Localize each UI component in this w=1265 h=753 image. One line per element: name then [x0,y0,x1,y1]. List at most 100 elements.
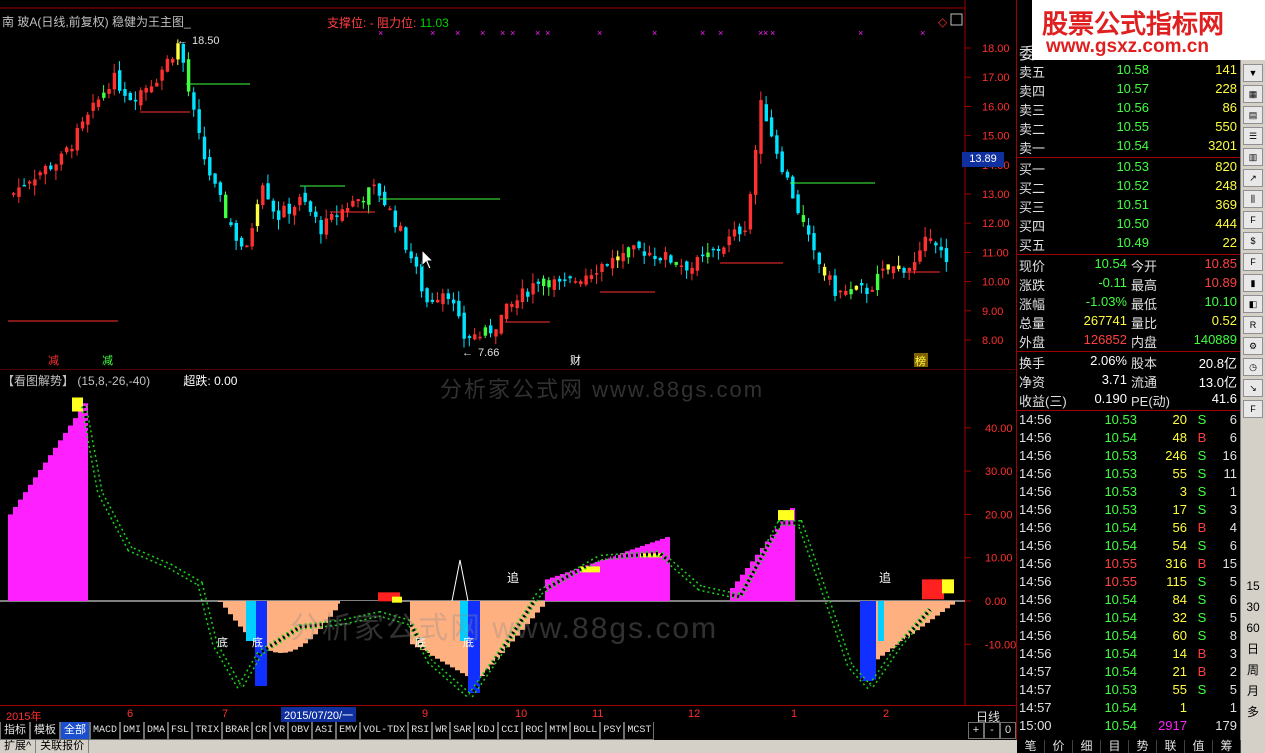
quote-footer-tab[interactable]: 值 [1185,740,1213,753]
f5-icon[interactable]: F [1243,400,1263,418]
tab-rsi[interactable]: RSI [408,722,433,740]
tab-boll[interactable]: BOLL [570,722,601,740]
quote-footer-tab[interactable]: 笔 [1017,740,1045,753]
period-周[interactable]: 周 [1243,662,1263,680]
tab-trix[interactable]: TRIX [192,722,223,740]
stat-value: -1.03% [1085,294,1127,309]
candle-body [796,194,800,214]
stats-icon[interactable]: ◧ [1243,295,1263,313]
bid-row[interactable]: 买一 10.53 820 [1017,159,1241,177]
signal-marker: × [770,28,775,38]
quote-footer-tab[interactable]: 目 [1101,740,1129,753]
candle-body [690,267,694,274]
tab-mcst[interactable]: MCST [624,722,655,740]
tick-time: 14:56 [1019,448,1052,463]
tab-kdj[interactable]: KDJ [474,722,499,740]
ask-row[interactable]: 卖五 10.58 141 [1017,62,1241,80]
indicator-bar [935,601,940,616]
bid-row[interactable]: 买四 10.50 444 [1017,216,1241,234]
rsi-icon[interactable]: R [1243,316,1263,334]
list-icon[interactable]: ☰ [1243,127,1263,145]
tab-fsl[interactable]: FSL [168,722,193,740]
tab-template[interactable]: 模板 [30,722,60,740]
clock-icon[interactable]: ◷ [1243,358,1263,376]
ask-row[interactable]: 卖一 10.54 3201 [1017,138,1241,156]
candle-body [80,121,85,129]
f2-icon[interactable]: F [1243,253,1263,271]
indicator-bar [885,601,890,653]
candle-body [695,256,700,271]
period-30[interactable]: 30 [1243,599,1263,617]
ask-row[interactable]: 卖三 10.56 86 [1017,100,1241,118]
tab-dma[interactable]: DMA [144,722,169,740]
zoom-reset-button[interactable]: 0 [1000,722,1016,739]
tick-time: 14:56 [1019,610,1052,625]
candle-body [812,233,816,251]
ask-row[interactable]: 卖二 10.55 550 [1017,119,1241,137]
period-日[interactable]: 日 [1243,641,1263,659]
zoom-out-button[interactable]: - [984,722,1000,739]
kline-chart-area[interactable]: 18.0017.0016.0015.0014.0013.0012.0011.00… [0,0,1016,740]
finance-icon[interactable]: $ [1243,232,1263,250]
candle-body [377,183,382,196]
bid-row[interactable]: 买三 10.51 369 [1017,197,1241,215]
chart-icon[interactable]: ↗ [1243,169,1263,187]
tab-emv[interactable]: EMV [336,722,361,740]
quote-footer-tab[interactable]: 联 [1157,740,1185,753]
quote-footer-tab[interactable]: 筹 [1213,740,1241,753]
tab-macd[interactable]: MACD [90,722,121,740]
period-15[interactable]: 15 [1243,578,1263,596]
period-月[interactable]: 月 [1243,683,1263,701]
related-quote-tab[interactable]: 关联报价 [36,740,90,753]
tab-brar[interactable]: BRAR [222,722,253,740]
candle-body [769,117,774,137]
tick-time: 14:56 [1019,556,1052,571]
price-chart[interactable]: 18.0017.0016.0015.0014.0013.0012.0011.00… [0,0,1016,370]
indicator-name[interactable]: 【看图解势】 [2,374,74,388]
bid-row[interactable]: 买二 10.52 248 [1017,178,1241,196]
bottom-bar-cyan [878,601,884,641]
grid-icon[interactable]: ▦ [1243,85,1263,103]
stat-label: 量比 [1131,316,1158,331]
tab-wr[interactable]: WR [432,722,451,740]
signal-marker: × [718,28,723,38]
quote-footer-tab[interactable]: 价 [1045,740,1073,753]
candle-body [255,204,260,227]
down-arrow-icon[interactable]: ▼ [1243,64,1263,82]
expand-tab[interactable]: 扩展^ [0,740,37,753]
tab-all[interactable]: 全部 [60,722,90,740]
kline-icon[interactable]: ▮ [1243,274,1263,292]
bid-row[interactable]: 买五 10.49 22 [1017,235,1241,253]
tick-price: 10.53 [1104,448,1137,463]
tab-indicator[interactable]: 指标 [0,722,30,740]
options-icon[interactable]: ⚙ [1243,337,1263,355]
quote-footer: 笔价细目势联值筹 [1017,740,1241,753]
table-icon[interactable]: ▤ [1243,106,1263,124]
f10-icon[interactable]: F [1243,211,1263,229]
tick-count: 1 [1229,700,1237,715]
fundamental-label: 净资 [1019,375,1046,390]
ask-row[interactable]: 卖四 10.57 228 [1017,81,1241,99]
zoom-in-button[interactable]: + [968,722,984,739]
fundamental-label: 换手 [1019,356,1046,371]
tab-psy[interactable]: PSY [600,722,625,740]
period-多[interactable]: 多 [1243,704,1263,722]
tab-obv[interactable]: OBV [288,722,313,740]
tab-roc[interactable]: ROC [522,722,547,740]
tab-dmi[interactable]: DMI [120,722,145,740]
arrow-icon[interactable]: ↘ [1243,379,1263,397]
tab-asi[interactable]: ASI [312,722,337,740]
indicator-chart[interactable]: 40.0030.0020.0010.000.00-10.00追 追底底底底 [0,370,1016,705]
quote-footer-tab[interactable]: 细 [1073,740,1101,753]
quote-footer-tab[interactable]: 势 [1129,740,1157,753]
tab-sar[interactable]: SAR [450,722,475,740]
period-60[interactable]: 60 [1243,620,1263,638]
tab-cr[interactable]: CR [252,722,271,740]
candle-body [595,273,599,275]
tab-mtm[interactable]: MTM [546,722,571,740]
report-icon[interactable]: ▥ [1243,148,1263,166]
tab-vol-tdx[interactable]: VOL-TDX [360,722,409,740]
tab-vr[interactable]: VR [270,722,289,740]
tab-cci[interactable]: CCI [498,722,523,740]
candlestick-icon[interactable]: ⫼ [1243,190,1263,208]
